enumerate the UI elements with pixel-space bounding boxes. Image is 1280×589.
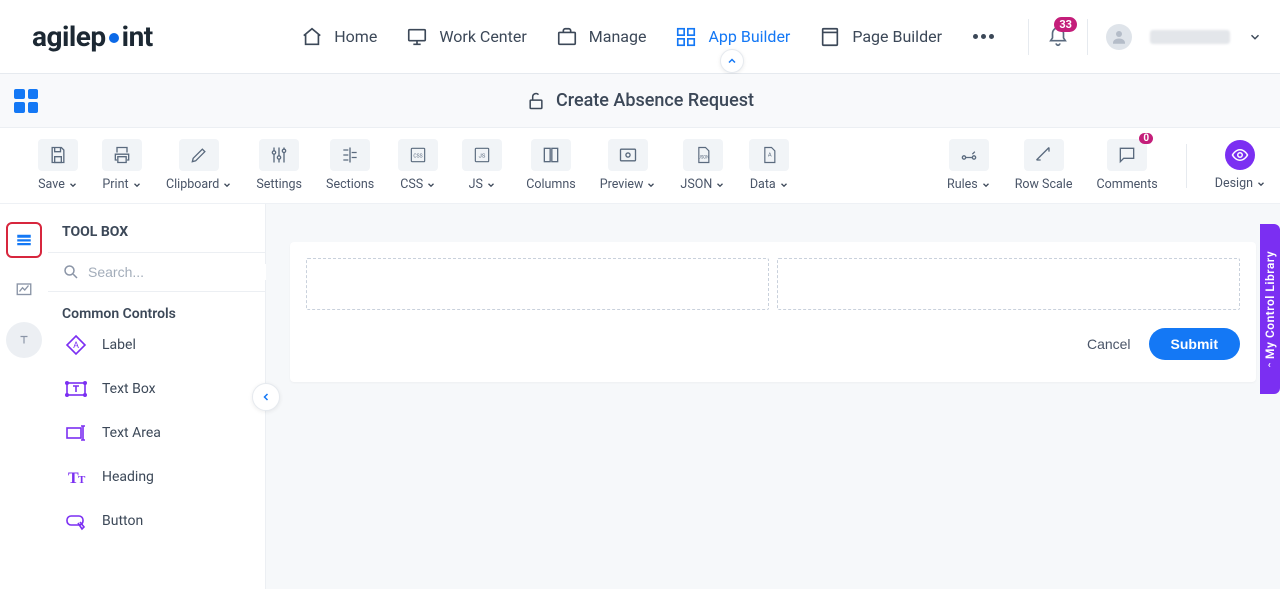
- notification-count-badge: 33: [1054, 17, 1077, 32]
- control-textarea[interactable]: Text Area: [62, 420, 251, 446]
- sections-icon: [330, 139, 370, 171]
- svg-text:CSS: CSS: [414, 154, 423, 160]
- grid-icon: [674, 25, 698, 49]
- nav-caret-up-icon[interactable]: [720, 49, 744, 73]
- logo-text-b: int: [122, 20, 153, 53]
- form-canvas[interactable]: Cancel Submit: [290, 242, 1256, 382]
- page-title: Create Absence Request: [556, 90, 754, 111]
- nav-app-builder-label: App Builder: [708, 27, 790, 46]
- toolbar-clipboard[interactable]: Clipboard: [166, 139, 232, 192]
- user-menu-chevron[interactable]: [1248, 30, 1262, 44]
- divider: [1186, 144, 1187, 188]
- toolbar-columns[interactable]: Columns: [526, 139, 576, 192]
- save-icon: [38, 139, 78, 171]
- dot-icon: [973, 34, 978, 39]
- toolbar-data[interactable]: A Data: [749, 139, 789, 192]
- toolbar-css[interactable]: CSS CSS: [398, 139, 438, 192]
- toolbar-preview[interactable]: Preview: [600, 139, 657, 192]
- brand-logo: agilep int: [32, 20, 153, 53]
- chevron-left-icon: ‹: [1268, 360, 1272, 371]
- toolbar-comments[interactable]: 0 Comments: [1096, 139, 1157, 192]
- divider: [1028, 19, 1029, 55]
- nav-home-label: Home: [334, 27, 377, 46]
- collapse-toolbox-handle[interactable]: [252, 383, 280, 411]
- button-icon: [62, 508, 90, 534]
- toolbox-section-title: Common Controls: [48, 292, 265, 332]
- toolbar-design[interactable]: Design: [1215, 140, 1266, 191]
- logo-bullet-icon: [109, 33, 119, 43]
- rules-icon: [949, 139, 989, 171]
- drop-cell-right[interactable]: [777, 258, 1240, 310]
- comment-icon: 0: [1107, 139, 1147, 171]
- apps-button[interactable]: [14, 89, 38, 113]
- svg-text:A: A: [73, 341, 79, 351]
- pencil-icon: [179, 139, 219, 171]
- logo-text-a: agilep: [32, 20, 106, 53]
- toolbar-rules[interactable]: Rules: [947, 139, 991, 192]
- json-icon: JSON: [683, 139, 723, 171]
- svg-text:JS: JS: [479, 154, 486, 160]
- divider: [1087, 19, 1088, 55]
- control-textbox[interactable]: Text Box: [62, 376, 251, 402]
- toolbar-row-scale[interactable]: Row Scale: [1015, 139, 1073, 192]
- toolbar-settings[interactable]: Settings: [256, 139, 302, 192]
- toolbar-js[interactable]: JS JS: [462, 139, 502, 192]
- svg-text:A: A: [768, 153, 772, 159]
- monitor-icon: [405, 25, 429, 49]
- toolbar-json[interactable]: JSON JSON: [680, 139, 725, 192]
- nav-manage-label: Manage: [589, 27, 647, 46]
- cancel-button[interactable]: Cancel: [1087, 336, 1131, 352]
- print-icon: [102, 139, 142, 171]
- preview-icon: [608, 139, 648, 171]
- sliders-icon: [259, 139, 299, 171]
- unlock-icon: [526, 91, 546, 111]
- drop-cell-left[interactable]: [306, 258, 769, 310]
- control-heading[interactable]: TT Heading: [62, 464, 251, 490]
- nav-work-center-label: Work Center: [439, 27, 526, 46]
- user-avatar[interactable]: [1106, 24, 1132, 50]
- main-nav: Home Work Center Manage App Builder: [300, 25, 996, 49]
- dot-icon: [989, 34, 994, 39]
- username: [1150, 30, 1230, 44]
- rail-chart-tab[interactable]: [6, 272, 42, 308]
- nav-work-center[interactable]: Work Center: [405, 25, 526, 49]
- data-icon: A: [749, 139, 789, 171]
- js-icon: JS: [462, 139, 502, 171]
- search-icon: [62, 263, 80, 281]
- nav-page-builder[interactable]: Page Builder: [818, 25, 942, 49]
- svg-text:T: T: [78, 474, 86, 486]
- nav-home[interactable]: Home: [300, 25, 377, 49]
- control-button[interactable]: Button: [62, 508, 251, 534]
- page-icon: [818, 25, 842, 49]
- toolbar-sections[interactable]: Sections: [326, 139, 374, 192]
- home-icon: [300, 25, 324, 49]
- dot-icon: [981, 34, 986, 39]
- nav-manage[interactable]: Manage: [555, 25, 647, 49]
- css-icon: CSS: [398, 139, 438, 171]
- rail-toolbox-tab[interactable]: [6, 222, 42, 258]
- textarea-icon: [62, 420, 90, 446]
- textbox-icon: [62, 376, 90, 402]
- rail-text-tab[interactable]: [6, 322, 42, 358]
- toolbox-title: TOOL BOX: [48, 204, 265, 253]
- toolbar-print[interactable]: Print: [102, 139, 142, 192]
- briefcase-icon: [555, 25, 579, 49]
- columns-icon: [531, 139, 571, 171]
- comments-count-badge: 0: [1139, 133, 1153, 144]
- toolbox-search-input[interactable]: [88, 264, 269, 280]
- svg-text:JSON: JSON: [698, 155, 709, 160]
- submit-button[interactable]: Submit: [1149, 328, 1240, 360]
- my-control-library-tab[interactable]: ‹ My Control Library: [1260, 224, 1280, 394]
- nav-more-button[interactable]: [970, 34, 996, 39]
- heading-icon: TT: [62, 464, 90, 490]
- label-icon: A: [62, 332, 90, 358]
- eye-icon: [1225, 140, 1255, 170]
- ruler-icon: [1024, 139, 1064, 171]
- nav-app-builder[interactable]: App Builder: [674, 25, 790, 49]
- toolbar-save[interactable]: Save: [38, 139, 78, 192]
- notifications-button[interactable]: 33: [1047, 25, 1069, 49]
- nav-page-builder-label: Page Builder: [852, 27, 942, 46]
- control-label[interactable]: A Label: [62, 332, 251, 358]
